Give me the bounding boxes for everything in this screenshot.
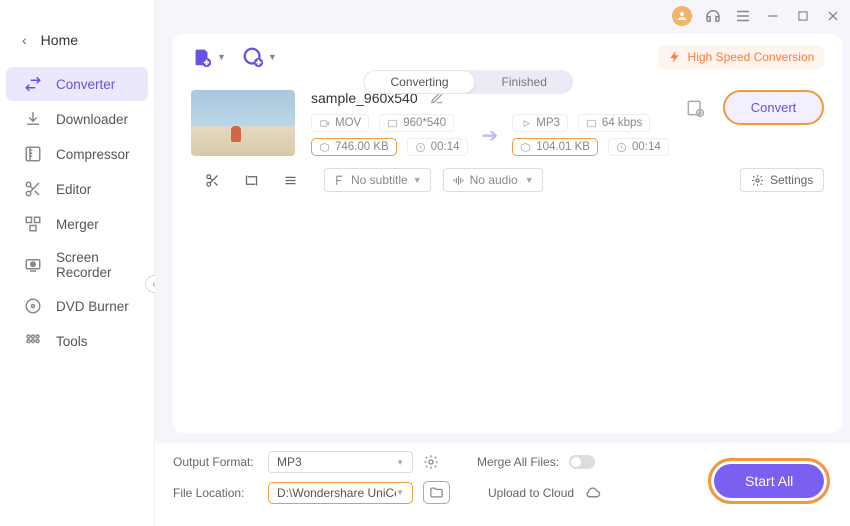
tab-converting[interactable]: Converting xyxy=(363,70,475,94)
more-icon[interactable] xyxy=(279,169,302,192)
open-folder-icon[interactable] xyxy=(429,485,444,500)
sidebar-item-editor[interactable]: Editor xyxy=(6,172,148,206)
cloud-icon[interactable] xyxy=(584,484,601,501)
convert-button[interactable]: Convert xyxy=(723,90,825,125)
nav-label: Merger xyxy=(56,217,99,232)
merger-icon xyxy=(24,215,42,233)
close-button[interactable] xyxy=(824,7,842,25)
caret-down-icon: ▼ xyxy=(268,52,277,62)
resolution-chip: 960*540 xyxy=(379,114,454,132)
sidebar-item-converter[interactable]: Converter xyxy=(6,67,148,101)
titlebar xyxy=(155,4,850,28)
minimize-button[interactable] xyxy=(764,7,782,25)
crop-icon[interactable] xyxy=(240,169,263,192)
nav-label: Screen Recorder xyxy=(56,250,130,280)
user-avatar[interactable] xyxy=(672,6,692,26)
upload-label: Upload to Cloud xyxy=(488,486,574,500)
output-duration-chip: 00:14 xyxy=(608,138,669,156)
chevron-left-icon: ‹ xyxy=(22,32,27,48)
tab-finished[interactable]: Finished xyxy=(476,70,573,94)
add-url-button[interactable]: ▼ xyxy=(240,44,279,70)
nav-label: Tools xyxy=(56,334,88,349)
settings-button[interactable]: Settings xyxy=(740,168,824,192)
input-size-chip: 746.00 KB xyxy=(311,138,397,156)
arrow-right-icon: ➔ xyxy=(482,123,499,148)
compressor-icon xyxy=(24,145,42,163)
video-thumbnail[interactable] xyxy=(191,90,295,156)
home-label: Home xyxy=(41,32,78,48)
download-icon xyxy=(24,110,42,128)
nav-label: Compressor xyxy=(56,147,130,162)
file-location-label: File Location: xyxy=(173,486,258,500)
headset-icon[interactable] xyxy=(704,7,722,25)
high-speed-badge[interactable]: High Speed Conversion xyxy=(658,45,825,69)
merge-toggle[interactable] xyxy=(569,455,595,469)
sidebar-item-compressor[interactable]: Compressor xyxy=(6,137,148,171)
disc-icon xyxy=(24,297,42,315)
output-format-select[interactable]: MP3▼ xyxy=(268,451,413,473)
content-panel: ▼ ▼ Converting Finished High Speed Conve… xyxy=(173,34,842,433)
sidebar-item-dvd-burner[interactable]: DVD Burner xyxy=(6,289,148,323)
add-file-button[interactable]: ▼ xyxy=(189,44,228,70)
tab-segment: Converting Finished xyxy=(363,70,572,94)
sidebar-item-tools[interactable]: Tools xyxy=(6,324,148,358)
file-location-select[interactable]: D:\Wondershare UniConverter 1▼ xyxy=(268,482,413,504)
scissors-icon xyxy=(24,180,42,198)
converter-icon xyxy=(24,75,42,93)
main-area: ▼ ▼ Converting Finished High Speed Conve… xyxy=(155,0,850,526)
nav-label: Converter xyxy=(56,77,115,92)
output-size-chip: 104.01 KB xyxy=(512,138,598,156)
sidebar-item-downloader[interactable]: Downloader xyxy=(6,102,148,136)
file-item: sample_960x540 MOV 960*540 746.00 KB 00:… xyxy=(191,90,824,156)
output-format-chip: MP3 xyxy=(512,114,568,132)
high-speed-label: High Speed Conversion xyxy=(688,50,815,64)
subtitle-dropdown[interactable]: No subtitle ▼ xyxy=(324,168,431,192)
nav-label: DVD Burner xyxy=(56,299,129,314)
sidebar-item-screen-recorder[interactable]: Screen Recorder xyxy=(6,242,148,288)
home-back[interactable]: ‹ Home xyxy=(0,24,154,66)
trim-icon[interactable] xyxy=(201,169,224,192)
input-duration-chip: 00:14 xyxy=(407,138,468,156)
recorder-icon xyxy=(24,256,42,274)
sidebar-item-merger[interactable]: Merger xyxy=(6,207,148,241)
merge-label: Merge All Files: xyxy=(477,455,559,469)
output-settings-icon[interactable] xyxy=(685,98,705,118)
audio-dropdown[interactable]: No audio ▼ xyxy=(443,168,543,192)
input-format-chip: MOV xyxy=(311,114,369,132)
maximize-button[interactable] xyxy=(794,7,812,25)
nav-label: Downloader xyxy=(56,112,128,127)
output-format-label: Output Format: xyxy=(173,455,258,469)
start-all-button[interactable]: Start All xyxy=(708,458,830,504)
output-settings-gear-icon[interactable] xyxy=(423,454,439,470)
panel-header: ▼ ▼ Converting Finished High Speed Conve… xyxy=(173,34,842,80)
grid-icon xyxy=(24,332,42,350)
nav-label: Editor xyxy=(56,182,91,197)
bitrate-chip: 64 kbps xyxy=(578,114,650,132)
menu-icon[interactable] xyxy=(734,7,752,25)
sidebar: ‹ Home Converter Downloader Compressor E… xyxy=(0,0,155,526)
item-toolbar: No subtitle ▼ No audio ▼ Settings xyxy=(173,164,842,204)
caret-down-icon: ▼ xyxy=(217,52,226,62)
